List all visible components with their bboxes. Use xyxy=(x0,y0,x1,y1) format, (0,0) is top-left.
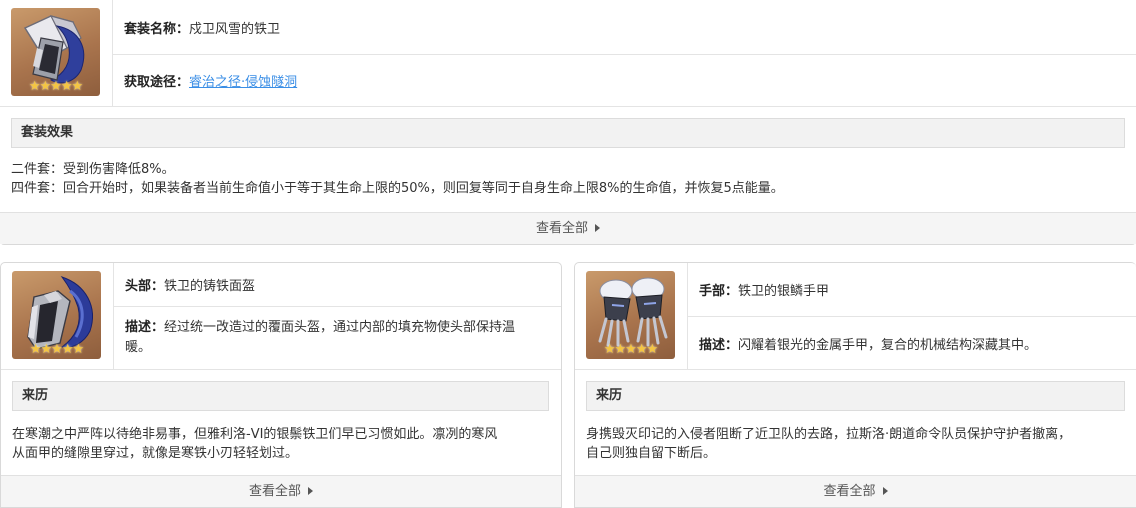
hand-view-all-button[interactable]: 查看全部 xyxy=(575,475,1136,507)
set-relic-icon: ★★★★★ xyxy=(11,8,100,96)
hand-desc-text: 闪耀着银光的金属手甲，复合的机械结构深藏其中。 xyxy=(738,337,1038,353)
head-lore-line1: 在寒潮之中严阵以待绝非易事，但雅利洛-VI的银鬃铁卫们早已习惯如此。凛冽的寒风 xyxy=(12,427,498,442)
caret-right-icon xyxy=(882,487,888,495)
head-item-name: 铁卫的铸铁面盔 xyxy=(164,279,256,294)
set-source-label: 获取途径： xyxy=(124,75,190,90)
head-desc-label: 描述： xyxy=(125,320,165,335)
head-divider xyxy=(1,369,561,370)
hand-lore-line1: 身携毁灭印记的入侵者阻断了近卫队的去路，拉斯洛·朗道命令队员保护守护者撤离， xyxy=(586,427,1072,442)
set-source-row: 获取途径： 睿治之径·侵蚀隧洞 xyxy=(113,55,1136,106)
head-view-all-label: 查看全部 xyxy=(248,484,301,499)
set-icon-cell: ★★★★★ xyxy=(0,0,113,106)
hand-item-name: 铁卫的银鳞手甲 xyxy=(738,284,830,299)
set-effect-2pc: 二件套：受到伤害降低8%。 xyxy=(11,162,175,177)
hand-icon-cell: ★★★★★ xyxy=(575,263,688,369)
head-name-row: 头部： 铁卫的铸铁面盔 xyxy=(114,263,561,307)
hand-rarity-stars: ★★★★★ xyxy=(603,342,658,357)
set-name-value: 戍卫风雪的铁卫 xyxy=(189,21,281,37)
head-lore-title: 来历 xyxy=(12,381,549,411)
hand-name-row: 手部： 铁卫的银鳞手甲 xyxy=(688,263,1136,317)
head-lore-line2: 从面甲的缝隙里穿过，就像是寒铁小刃轻轻划过。 xyxy=(12,446,299,461)
hand-view-all-label: 查看全部 xyxy=(823,484,876,499)
relic-set-panel: ★★★★★ 套装名称： 戍卫风雪的铁卫 获取途径： 睿治之径·侵蚀隧洞 套装效果… xyxy=(0,0,1136,245)
hand-lore-title: 来历 xyxy=(586,381,1125,411)
hand-relic-icon: ★★★★★ xyxy=(586,271,675,359)
head-view-all-button[interactable]: 查看全部 xyxy=(1,475,561,507)
set-rarity-stars: ★★★★★ xyxy=(28,79,83,94)
set-source-link[interactable]: 睿治之径·侵蚀隧洞 xyxy=(189,71,297,90)
caret-right-icon xyxy=(595,224,600,232)
set-view-all-label: 查看全部 xyxy=(535,221,588,236)
head-relic-icon: ★★★★★ xyxy=(12,271,101,359)
set-divider xyxy=(0,106,1136,107)
caret-right-icon xyxy=(308,487,313,495)
hand-desc-label: 描述： xyxy=(699,337,739,353)
set-name-row: 套装名称： 戍卫风雪的铁卫 xyxy=(113,0,1136,55)
head-desc-line2: 暖。 xyxy=(125,340,152,355)
set-effect-4pc: 四件套：回合开始时，如果装备者当前生命值小于等于其生命上限的50%，则回复等同于… xyxy=(11,181,784,196)
head-rarity-stars: ★★★★★ xyxy=(29,342,84,357)
set-name-label: 套装名称： xyxy=(124,21,190,37)
head-relic-panel: ★★★★★ 头部： 铁卫的铸铁面盔 描述：经过统一改造过的覆面头盔，通过内部的填… xyxy=(0,262,562,508)
hand-slot-label: 手部： xyxy=(699,284,739,299)
head-slot-label: 头部： xyxy=(125,279,165,294)
head-desc-row: 描述：经过统一改造过的覆面头盔，通过内部的填充物使头部保持温 暖。 xyxy=(114,307,561,369)
hand-divider xyxy=(575,369,1136,370)
hand-lore-line2: 自己则独自留下断后。 xyxy=(586,446,717,461)
set-effect-title: 套装效果 xyxy=(11,118,1125,148)
head-icon-cell: ★★★★★ xyxy=(1,263,114,369)
hand-relic-panel: ★★★★★ 手部： 铁卫的银鳞手甲 描述： 闪耀着银光的金属手甲，复合的机械结构… xyxy=(574,262,1136,508)
set-view-all-button[interactable]: 查看全部 xyxy=(0,212,1136,244)
hand-desc-row: 描述： 闪耀着银光的金属手甲，复合的机械结构深藏其中。 xyxy=(688,317,1136,369)
head-desc-line1: 经过统一改造过的覆面头盔，通过内部的填充物使头部保持温 xyxy=(164,320,516,335)
